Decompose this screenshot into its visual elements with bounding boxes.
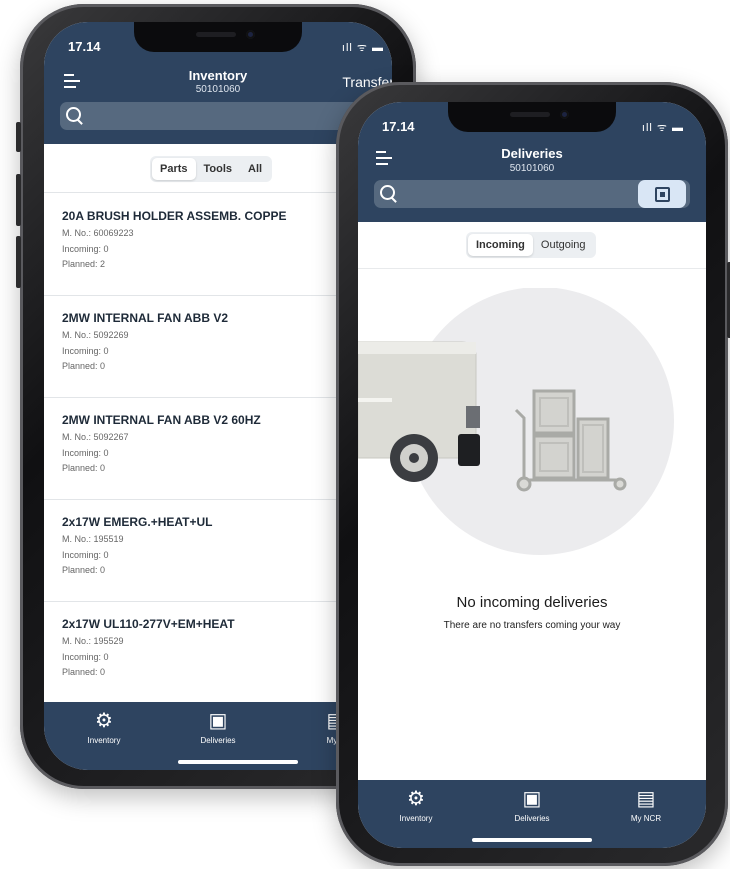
item-incoming: Incoming: 0 xyxy=(62,244,109,254)
tab-my-ncr[interactable]: ▤ My NCR xyxy=(616,788,676,823)
right-phone-screen: 17.14 ıll ᯤ ▬ Deliveries 50101060 Incomi… xyxy=(358,102,706,848)
empty-state-title: No incoming deliveries xyxy=(456,594,608,611)
home-indicator xyxy=(178,760,298,764)
search-icon xyxy=(66,107,81,122)
item-planned: Planned: 2 xyxy=(62,259,106,269)
tab-label: My NCR xyxy=(630,814,662,823)
segment-outgoing[interactable]: Outgoing xyxy=(533,234,594,256)
volume-down-button xyxy=(16,236,21,288)
segment-all[interactable]: All xyxy=(240,158,270,180)
page-title: Deliveries xyxy=(501,146,563,161)
tab-label: Deliveries xyxy=(514,814,550,823)
page-title: Inventory xyxy=(188,68,248,83)
empty-state-message: There are no transfers coming your way xyxy=(443,620,621,631)
item-planned: Planned: 0 xyxy=(62,463,106,473)
side-button xyxy=(16,122,21,152)
item-incoming: Incoming: 0 xyxy=(62,346,109,356)
scan-button[interactable] xyxy=(638,180,686,208)
package-icon: ▣ xyxy=(522,788,542,810)
item-incoming: Incoming: 0 xyxy=(62,550,109,560)
item-planned: Planned: 0 xyxy=(62,667,106,677)
divider xyxy=(358,268,706,269)
tab-deliveries[interactable]: ▣ Deliveries xyxy=(502,788,562,823)
item-name: 2x17W EMERG.+HEAT+UL xyxy=(62,515,213,529)
item-mno: M. No.: 195519 xyxy=(62,534,124,544)
document-icon: ▤ xyxy=(636,788,656,810)
home-indicator xyxy=(472,838,592,842)
item-mno: M. No.: 60069223 xyxy=(62,228,134,238)
notch xyxy=(448,102,616,132)
item-mno: M. No.: 5092267 xyxy=(62,432,129,442)
package-icon: ▣ xyxy=(208,710,228,732)
item-name: 2MW INTERNAL FAN ABB V2 60HZ xyxy=(62,413,261,427)
item-mno: M. No.: 5092269 xyxy=(62,330,129,340)
tab-label: Inventory xyxy=(399,814,433,823)
status-time: 17.14 xyxy=(68,39,101,54)
gear-icon: ⚙ xyxy=(95,710,113,732)
item-name: 20A BRUSH HOLDER ASSEMB. COPPE xyxy=(62,209,287,223)
item-name: 2MW INTERNAL FAN ABB V2 xyxy=(62,311,229,325)
incoming-outgoing-segmented-control: Incoming Outgoing xyxy=(466,232,596,258)
search-icon xyxy=(380,185,395,200)
status-icons: ıll ᯤ ▬ xyxy=(341,42,384,54)
page-subtitle: 50101060 xyxy=(509,163,555,174)
item-name: 2x17W UL110-277V+EM+HEAT xyxy=(62,617,235,631)
item-incoming: Incoming: 0 xyxy=(62,652,109,662)
empty-deliveries-illustration xyxy=(358,288,674,555)
parts-tools-all-segmented-control: Parts Tools All xyxy=(150,156,273,182)
van-illustration xyxy=(358,341,480,482)
scan-icon xyxy=(655,187,670,202)
right-phone-frame: 17.14 ıll ᯤ ▬ Deliveries 50101060 Incomi… xyxy=(336,82,730,866)
volume-up-button xyxy=(16,174,21,226)
status-icons: ıll ᯤ ▬ xyxy=(641,122,684,134)
item-incoming: Incoming: 0 xyxy=(62,448,109,458)
tab-bar: ⚙ Inventory ▣ Deliveries ▤ My NCR xyxy=(358,780,706,848)
status-time: 17.14 xyxy=(382,119,415,134)
gear-icon: ⚙ xyxy=(407,788,425,810)
tab-label: Deliveries xyxy=(200,736,236,745)
item-mno: M. No.: 195529 xyxy=(62,636,124,646)
notch xyxy=(134,22,302,52)
item-planned: Planned: 0 xyxy=(62,361,106,371)
page-subtitle: 50101060 xyxy=(195,84,241,95)
segment-incoming[interactable]: Incoming xyxy=(468,234,533,256)
tab-label: Inventory xyxy=(87,736,121,745)
tab-inventory[interactable]: ⚙ Inventory xyxy=(386,788,446,823)
item-planned: Planned: 0 xyxy=(62,565,106,575)
tab-deliveries[interactable]: ▣ Deliveries xyxy=(188,710,248,745)
segment-tools[interactable]: Tools xyxy=(196,158,241,180)
segment-parts[interactable]: Parts xyxy=(152,158,196,180)
tab-inventory[interactable]: ⚙ Inventory xyxy=(74,710,134,745)
